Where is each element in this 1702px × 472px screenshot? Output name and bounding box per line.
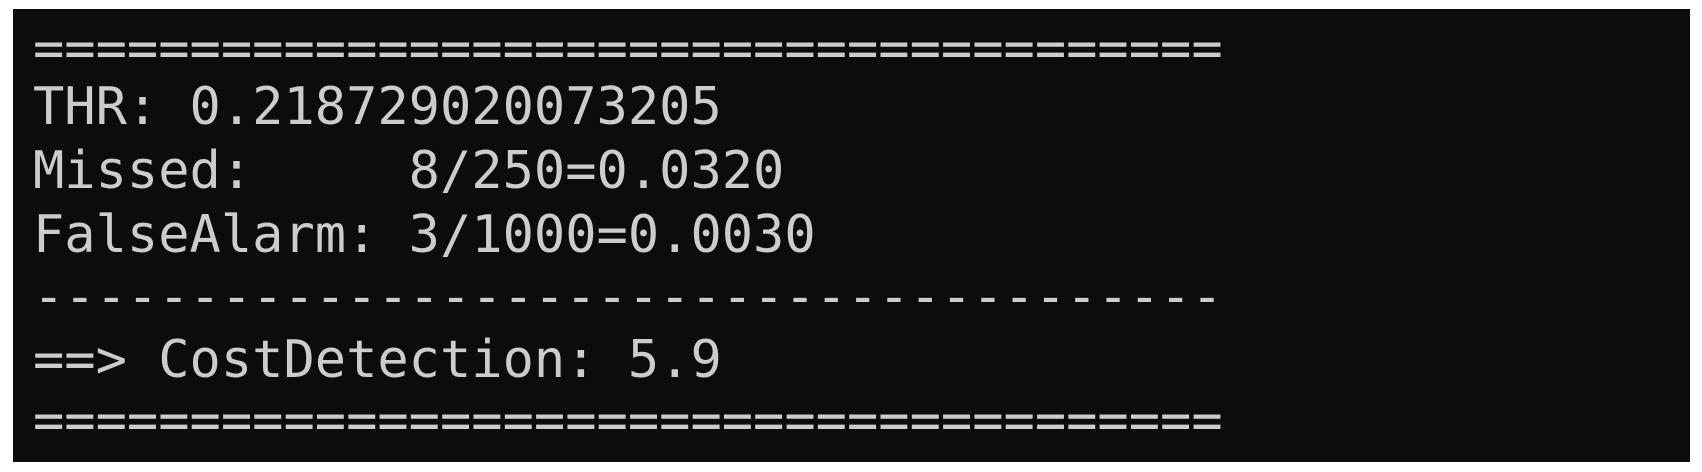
separator-line-top: ====================================== <box>33 19 1223 79</box>
missed-line: Missed: 8/250=0.0320 <box>33 141 785 201</box>
cost-detection-line: ==> CostDetection: 5.9 <box>33 330 722 390</box>
separator-line-middle: -------------------------------------- <box>33 267 1223 327</box>
thr-line: THR: 0.218729020073205 <box>33 77 722 137</box>
separator-line-bottom: ====================================== <box>33 391 1223 451</box>
terminal-window[interactable]: ====================================== T… <box>13 9 1690 462</box>
false-alarm-line: FalseAlarm: 3/1000=0.0030 <box>33 205 816 265</box>
